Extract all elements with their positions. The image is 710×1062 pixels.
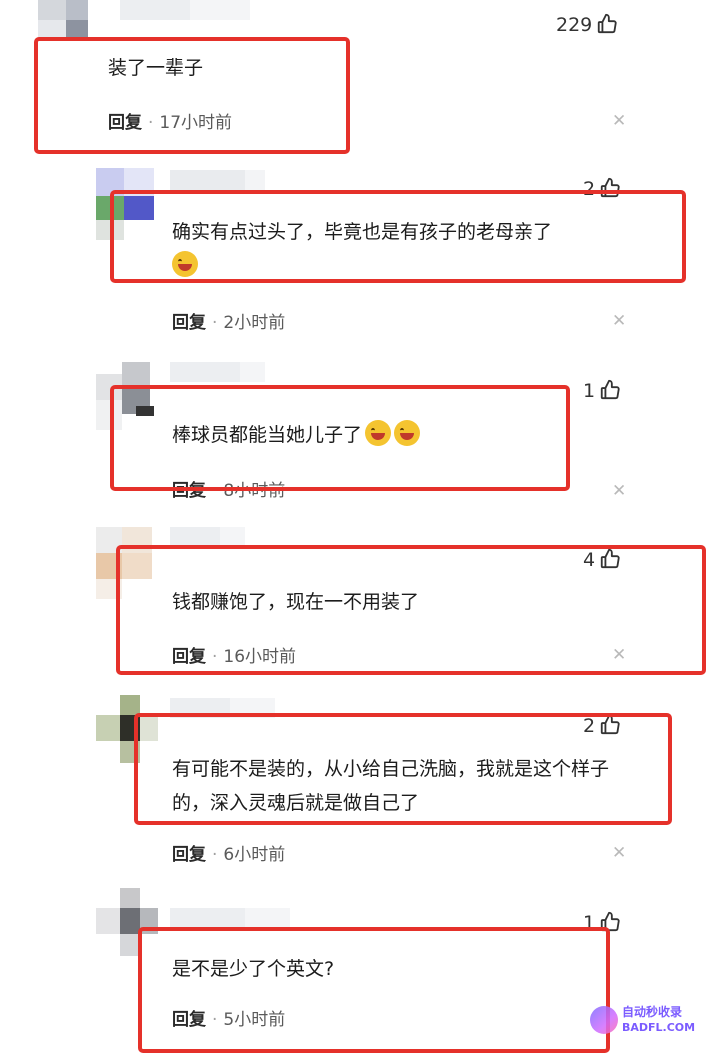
comment-time: 6小时前 bbox=[223, 845, 286, 865]
like-count: 1 bbox=[583, 380, 596, 402]
comment-meta: 回复 · 2小时前 bbox=[172, 308, 285, 333]
highlight-box bbox=[138, 927, 610, 1053]
close-icon[interactable]: ✕ bbox=[612, 843, 626, 863]
thumbs-up-icon bbox=[600, 379, 620, 400]
reply-button[interactable]: 回复 bbox=[172, 845, 206, 865]
comment-meta: 回复 · 6小时前 bbox=[172, 840, 285, 865]
watermark-title: 自动秒收录 bbox=[622, 1005, 683, 1019]
watermark-logo: 自动秒收录 BADFL.COM bbox=[590, 1000, 700, 1042]
highlight-box bbox=[34, 37, 350, 154]
close-icon[interactable]: ✕ bbox=[612, 311, 626, 331]
avatar[interactable] bbox=[20, 0, 90, 40]
highlight-box bbox=[110, 385, 570, 491]
comment-time: 2小时前 bbox=[223, 313, 286, 333]
highlight-box bbox=[110, 190, 686, 283]
separator-dot: · bbox=[212, 313, 218, 333]
highlight-box bbox=[134, 713, 672, 825]
reply-button[interactable]: 回复 bbox=[172, 313, 206, 333]
close-icon[interactable]: ✕ bbox=[612, 481, 626, 501]
like-count: 229 bbox=[556, 14, 593, 36]
like-button[interactable]: 1 bbox=[583, 378, 621, 402]
logo-icon bbox=[590, 1006, 618, 1034]
highlight-box bbox=[116, 545, 706, 675]
like-button[interactable]: 229 bbox=[556, 12, 618, 36]
thumbs-up-icon bbox=[598, 13, 617, 34]
separator-dot: · bbox=[212, 845, 218, 865]
close-icon[interactable]: ✕ bbox=[612, 111, 626, 131]
watermark-domain: BADFL.COM bbox=[622, 1021, 696, 1034]
